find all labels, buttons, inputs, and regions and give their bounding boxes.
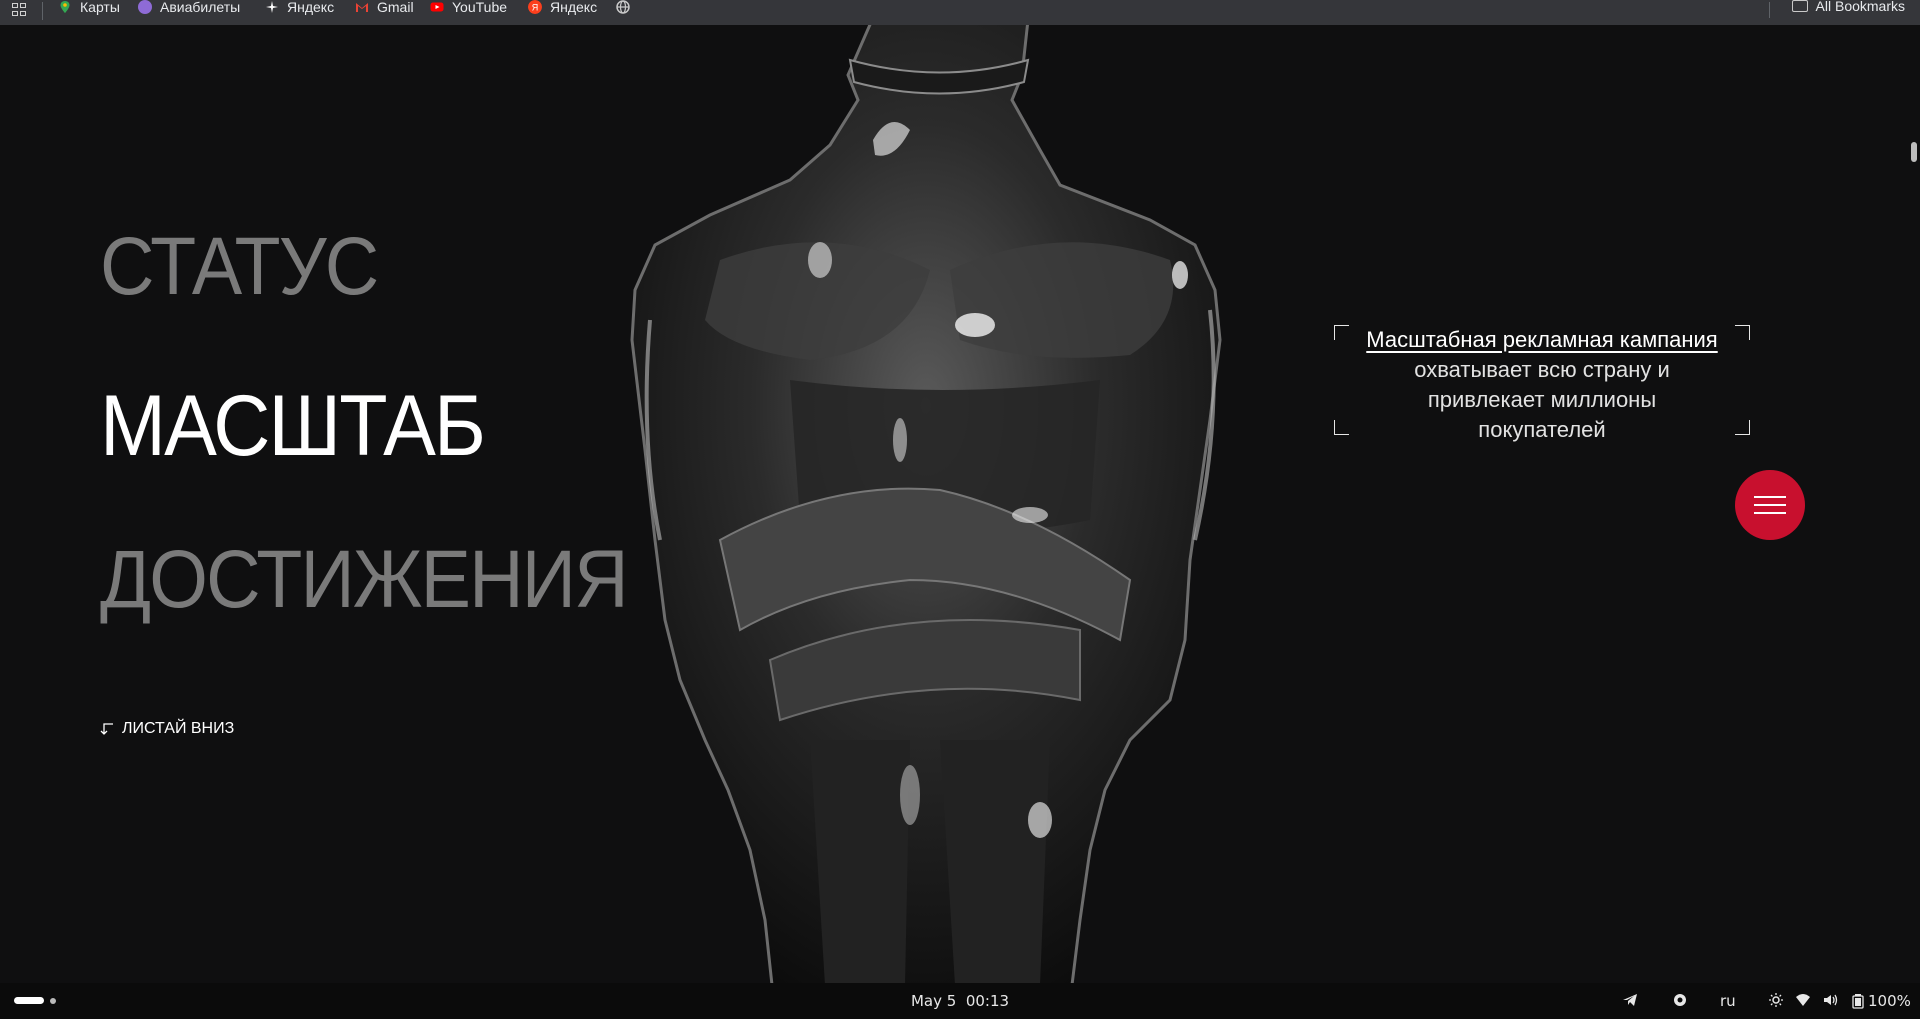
hamburger-line <box>1754 504 1786 506</box>
scroll-hint-label: ЛИСТАЙ ВНИЗ <box>122 720 235 737</box>
bookmark-label: YouTube <box>452 0 508 15</box>
bookmark-aviasales[interactable]: Авиабилеты <box>138 0 240 14</box>
bookmark-maps[interactable]: Карты <box>58 0 120 14</box>
bookmarks-separator <box>42 2 43 20</box>
bookmarks-divider <box>1769 2 1770 18</box>
menu-button[interactable] <box>1735 470 1805 540</box>
scroll-down-hint[interactable]: ЛИСТАЙ ВНИЗ <box>100 720 234 738</box>
date-text: May 5 <box>910 992 957 1010</box>
wifi-icon[interactable] <box>1795 992 1811 1008</box>
yandex-icon: Я <box>528 0 542 14</box>
bookmarks-bar: Карты Авиабилеты Яндекс Gmail YouTube Я … <box>0 0 1920 26</box>
volume-icon[interactable] <box>1822 992 1838 1008</box>
bookmark-globe[interactable] <box>616 0 638 14</box>
bookmark-yandex[interactable]: Яндекс <box>265 0 334 14</box>
globe-icon <box>616 0 630 14</box>
time-text: 00:13 <box>965 992 1010 1010</box>
settings-gear-icon[interactable] <box>1672 992 1688 1008</box>
bookmark-label: Яндекс <box>287 0 335 15</box>
aviasales-icon <box>138 0 152 14</box>
bookmark-label: Карты <box>80 0 120 15</box>
hero-word-achievements[interactable]: ДОСТИЖЕНИЯ <box>100 533 629 627</box>
gmail-icon <box>356 3 368 12</box>
keyboard-layout[interactable]: ru <box>1720 992 1736 1010</box>
bookmark-label: Яндекс <box>550 0 598 15</box>
telegram-icon[interactable] <box>1622 992 1638 1008</box>
caption-line: привлекает миллионы <box>1427 387 1657 412</box>
system-taskbar: May 5 00:13 ru 100% <box>0 983 1920 1019</box>
caption-link[interactable]: Масштабная рекламная кампания <box>1366 327 1717 352</box>
apps-grid-icon[interactable] <box>12 3 28 17</box>
caption-line: охватывает всю страну и <box>1414 357 1670 382</box>
statue-image <box>630 25 1222 983</box>
hero-section: СТАТУС МАСШТАБ ДОСТИЖЕНИЯ ЛИСТАЙ ВНИЗ Ма… <box>0 25 1908 983</box>
bookmark-yandex-2[interactable]: Я Яндекс <box>528 0 597 14</box>
battery-percent: 100% <box>1868 992 1911 1010</box>
language-label: ru <box>1720 992 1736 1010</box>
battery-indicator[interactable]: 100% <box>1852 992 1911 1010</box>
all-bookmarks-label: All Bookmarks <box>1815 0 1905 14</box>
hero-word-status[interactable]: СТАТУС <box>100 220 379 314</box>
hamburger-line <box>1754 512 1786 514</box>
bookmark-gmail[interactable]: Gmail <box>355 0 414 14</box>
bookmark-youtube[interactable]: YouTube <box>430 0 507 14</box>
folder-icon <box>1791 0 1808 12</box>
hamburger-line <box>1754 496 1786 498</box>
caption-text: Масштабная рекламная кампания охватывает… <box>1334 325 1750 445</box>
battery-icon <box>1852 994 1864 1009</box>
brightness-icon[interactable] <box>1768 992 1784 1008</box>
caption-line: покупателей <box>1478 417 1606 442</box>
page-scrollbar[interactable] <box>1908 25 1920 983</box>
youtube-icon <box>430 2 444 12</box>
hero-word-scale-active[interactable]: МАСШТАБ <box>100 377 486 476</box>
scrollbar-thumb[interactable] <box>1911 142 1917 162</box>
svg-text:Я: Я <box>532 3 539 13</box>
bookmark-label: Авиабилеты <box>160 0 241 15</box>
bookmark-label: Gmail <box>377 0 414 15</box>
maps-pin-icon <box>60 1 70 13</box>
arrow-down-left-icon <box>100 723 113 735</box>
yandex-sparkle-icon <box>266 1 278 13</box>
all-bookmarks-button[interactable]: All Bookmarks <box>1791 0 1905 14</box>
caption-box: Масштабная рекламная кампания охватывает… <box>1334 325 1750 442</box>
